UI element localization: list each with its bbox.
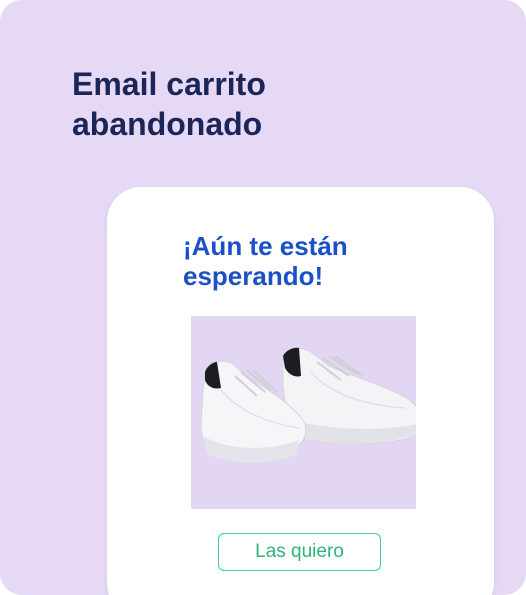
email-preview: ¡Aún te están esperando! Las quiero xyxy=(107,187,494,595)
sneakers-illustration xyxy=(200,347,416,463)
email-title: ¡Aún te están esperando! xyxy=(183,231,348,291)
page-title: Email carrito abandonado xyxy=(72,66,266,142)
abandoned-cart-card: Email carrito abandonado ¡Aún te están e… xyxy=(0,0,526,595)
cta-button[interactable]: Las quiero xyxy=(218,533,381,571)
product-image xyxy=(191,316,416,509)
